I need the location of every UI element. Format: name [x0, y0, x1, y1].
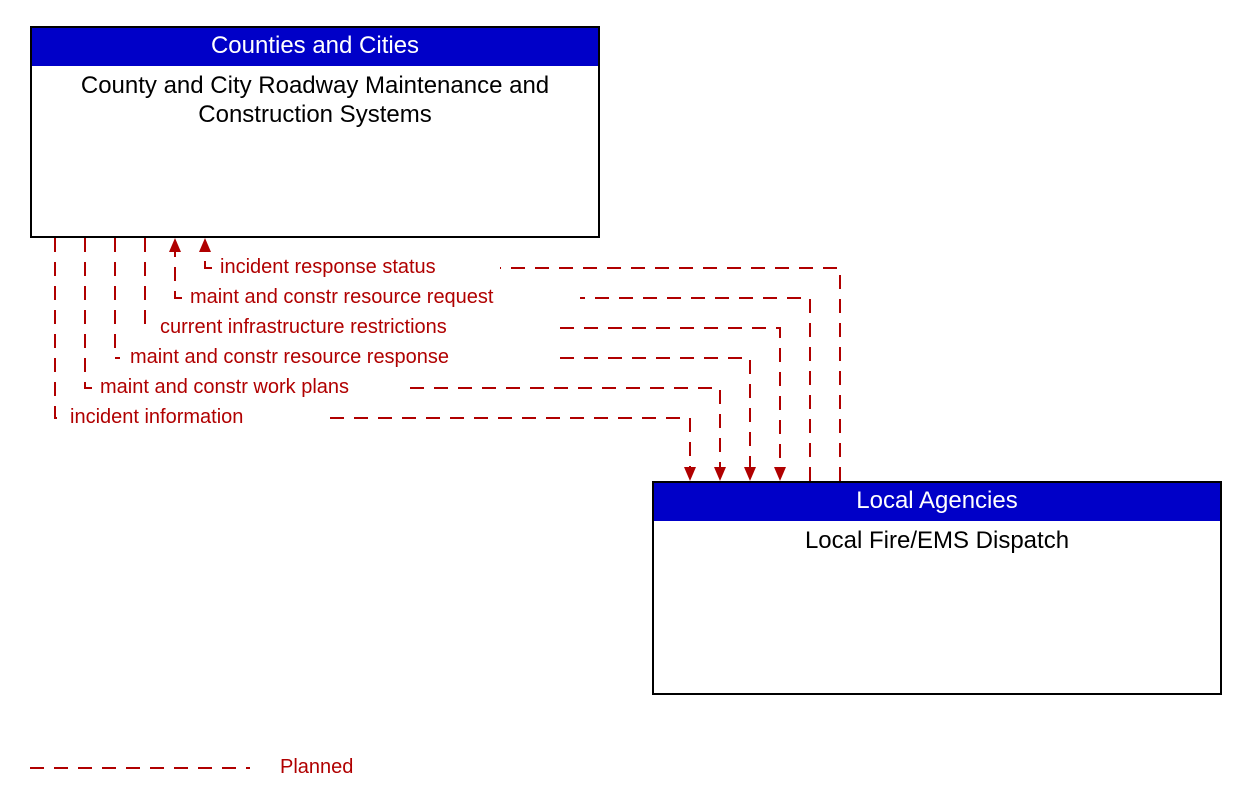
flow-label-maint-constr-work-plans: maint and constr work plans: [96, 376, 353, 399]
flow-label-incident-information: incident information: [66, 406, 247, 429]
entity-body: County and City Roadway Maintenance and …: [32, 66, 598, 136]
legend-planned-label: Planned: [280, 756, 353, 779]
flow-label-maint-constr-resource-request: maint and constr resource request: [186, 286, 498, 309]
entity-box-county-city-roadway[interactable]: Counties and Cities County and City Road…: [30, 26, 600, 238]
flow-label-current-infrastructure-restrictions: current infrastructure restrictions: [156, 316, 451, 339]
entity-header: Counties and Cities: [32, 28, 598, 66]
entity-body: Local Fire/EMS Dispatch: [654, 521, 1220, 562]
flow-label-incident-response-status: incident response status: [216, 256, 440, 279]
flow-label-maint-constr-resource-response: maint and constr resource response: [126, 346, 453, 369]
entity-header: Local Agencies: [654, 483, 1220, 521]
entity-box-local-fire-ems[interactable]: Local Agencies Local Fire/EMS Dispatch: [652, 481, 1222, 695]
